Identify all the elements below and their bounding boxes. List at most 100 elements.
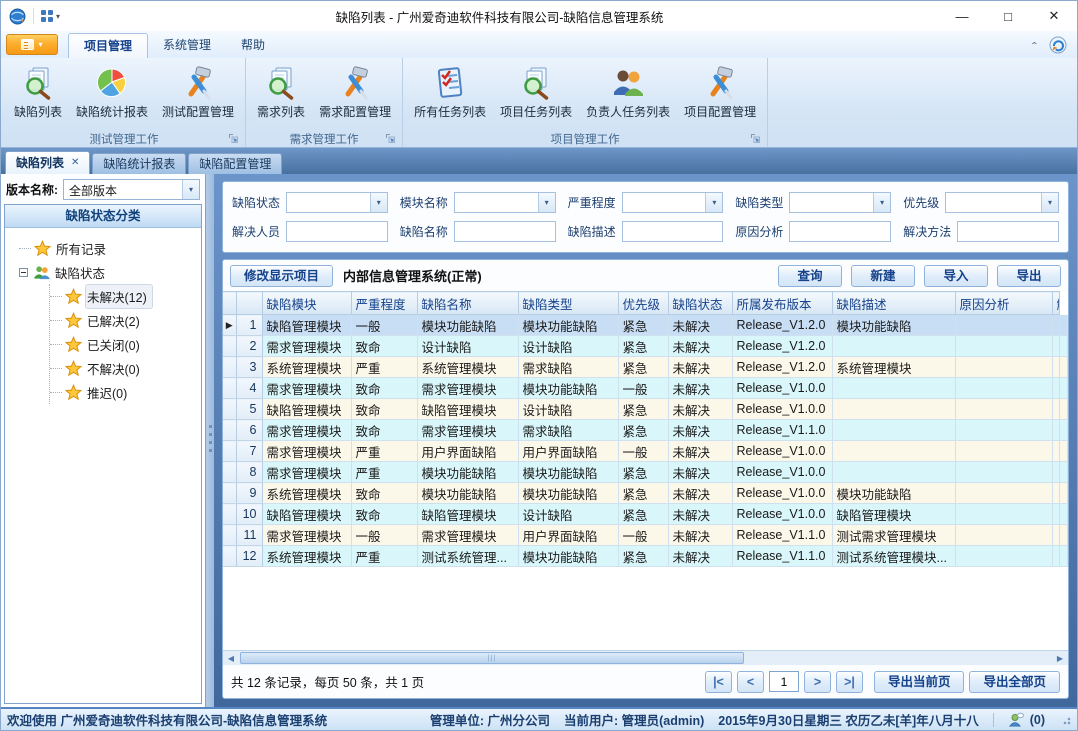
data-cell[interactable]: 严重 (351, 462, 417, 483)
ribbon-button-requirement-list[interactable]: 需求列表 (250, 62, 312, 122)
row-number-cell[interactable]: 9 (236, 483, 262, 504)
scroll-left-icon[interactable]: ◀ (223, 651, 239, 665)
minimize-button[interactable]: — (939, 1, 985, 31)
data-cell[interactable]: 缺陷管理模块 (832, 504, 955, 525)
filter-combobox-defect-type[interactable]: ▾ (789, 192, 891, 213)
ribbon-button-requirement-config-mgmt[interactable]: 需求配置管理 (312, 62, 398, 122)
data-cell[interactable] (832, 441, 955, 462)
data-cell[interactable] (955, 441, 1052, 462)
refresh-help-icon[interactable] (1049, 36, 1067, 54)
app-menu-button[interactable]: ▾ (6, 34, 58, 55)
tree-item-postponed[interactable]: 推迟(0) (50, 380, 201, 404)
ribbon-tab-project-mgmt[interactable]: 项目管理 (68, 33, 148, 58)
data-cell[interactable] (955, 420, 1052, 441)
data-cell[interactable] (955, 504, 1052, 525)
data-cell[interactable] (955, 483, 1052, 504)
filter-input-solution[interactable] (957, 221, 1059, 242)
dialog-launcher-icon[interactable] (228, 133, 239, 144)
ribbon-button-defect-stats-report[interactable]: 缺陷统计报表 (69, 62, 155, 122)
data-cell[interactable]: 模块功能缺陷 (518, 546, 618, 567)
data-cell[interactable] (832, 336, 955, 357)
table-row[interactable]: 4需求管理模块致命需求管理模块模块功能缺陷一般未解决Release_V1.0.0 (223, 378, 1068, 399)
data-cell[interactable]: 一般 (351, 525, 417, 546)
data-cell[interactable]: 需求管理模块 (262, 525, 351, 546)
tab-close-icon[interactable]: ✕ (71, 153, 79, 173)
ribbon-button-project-tasks-list[interactable]: 项目任务列表 (493, 62, 579, 122)
data-cell[interactable]: Release_V1.2.0 (732, 336, 832, 357)
data-cell[interactable]: 测试系统管理... (417, 546, 518, 567)
row-number-cell[interactable]: 4 (236, 378, 262, 399)
data-cell[interactable]: 模块功能缺陷 (518, 378, 618, 399)
caret-down-icon[interactable]: ▾ (370, 193, 387, 212)
data-cell[interactable]: 模块功能缺陷 (417, 315, 518, 336)
caret-down-icon[interactable]: ▾ (538, 193, 555, 212)
row-indicator-cell[interactable] (223, 420, 236, 441)
data-cell[interactable]: 系统管理模块 (262, 357, 351, 378)
maximize-button[interactable]: □ (985, 1, 1031, 31)
filter-combobox-module-name[interactable]: ▾ (454, 192, 556, 213)
column-header-3[interactable]: 缺陷类型 (518, 292, 618, 315)
data-cell[interactable]: 紧急 (618, 420, 668, 441)
data-cell[interactable] (1060, 441, 1068, 462)
data-cell[interactable] (832, 462, 955, 483)
quick-access-toolbar-button[interactable]: ▾ (41, 10, 60, 22)
table-row[interactable]: 12系统管理模块严重测试系统管理...模块功能缺陷紧急未解决Release_V1… (223, 546, 1068, 567)
data-cell[interactable]: 致命 (351, 420, 417, 441)
dialog-launcher-icon[interactable] (385, 133, 396, 144)
status-cell[interactable]: 未解决 (668, 357, 732, 378)
data-cell[interactable]: 需求管理模块 (417, 420, 518, 441)
data-cell[interactable]: 紧急 (618, 399, 668, 420)
column-header-0[interactable]: 缺陷模块 (262, 292, 351, 315)
data-cell[interactable]: 测试需求管理模块 (832, 525, 955, 546)
data-cell[interactable]: Release_V1.0.0 (732, 462, 832, 483)
export-current-page-button[interactable]: 导出当前页 (874, 671, 965, 693)
row-number-cell[interactable]: 1 (236, 315, 262, 336)
status-cell[interactable]: 未解决 (668, 462, 732, 483)
data-cell[interactable]: Release_V1.0.0 (732, 441, 832, 462)
data-cell[interactable]: 一般 (618, 378, 668, 399)
filter-input-cause-analysis[interactable] (789, 221, 891, 242)
data-cell[interactable]: 紧急 (618, 546, 668, 567)
data-cell[interactable]: 紧急 (618, 504, 668, 525)
data-cell[interactable] (955, 378, 1052, 399)
data-cell[interactable] (955, 315, 1052, 336)
table-row[interactable]: 2需求管理模块致命设计缺陷设计缺陷紧急未解决Release_V1.2.0 (223, 336, 1068, 357)
ribbon-tab-system-mgmt[interactable]: 系统管理 (148, 33, 226, 58)
data-cell[interactable]: 需求管理模块 (417, 525, 518, 546)
row-indicator-cell[interactable] (223, 336, 236, 357)
data-cell[interactable]: 紧急 (618, 315, 668, 336)
status-cell[interactable]: 未解决 (668, 315, 732, 336)
data-cell[interactable] (955, 399, 1052, 420)
data-cell[interactable]: 系统管理模块 (417, 357, 518, 378)
data-cell[interactable] (1060, 357, 1068, 378)
close-button[interactable]: ✕ (1031, 1, 1077, 31)
data-cell[interactable]: 需求管理模块 (262, 336, 351, 357)
status-cell[interactable]: 未解决 (668, 546, 732, 567)
data-cell[interactable]: 需求管理模块 (417, 378, 518, 399)
data-cell[interactable] (1060, 315, 1068, 336)
ribbon-button-defect-list[interactable]: 缺陷列表 (7, 62, 69, 122)
row-indicator-cell[interactable] (223, 357, 236, 378)
data-cell[interactable]: 严重 (351, 546, 417, 567)
data-cell[interactable]: 需求管理模块 (262, 441, 351, 462)
filter-combobox-priority[interactable]: ▾ (945, 192, 1059, 213)
data-cell[interactable]: Release_V1.1.0 (732, 420, 832, 441)
new-button[interactable]: 新建 (851, 265, 915, 287)
column-header-4[interactable]: 优先级 (618, 292, 668, 315)
data-cell[interactable]: 模块功能缺陷 (518, 315, 618, 336)
data-cell[interactable]: 系统管理模块 (262, 483, 351, 504)
modify-display-items-button[interactable]: 修改显示项目 (230, 265, 333, 287)
page-number-input[interactable] (769, 671, 799, 692)
data-cell[interactable]: Release_V1.2.0 (732, 315, 832, 336)
data-cell[interactable]: Release_V1.0.0 (732, 378, 832, 399)
column-header-5[interactable]: 缺陷状态 (668, 292, 732, 315)
tree-item-unresolved[interactable]: 未解决(12) (50, 284, 201, 308)
data-cell[interactable]: 一般 (618, 525, 668, 546)
data-cell[interactable]: Release_V1.0.0 (732, 504, 832, 525)
row-number-cell[interactable]: 2 (236, 336, 262, 357)
data-cell[interactable]: 致命 (351, 483, 417, 504)
data-cell[interactable] (1052, 420, 1060, 441)
data-cell[interactable] (1060, 420, 1068, 441)
table-row[interactable]: 8需求管理模块严重模块功能缺陷模块功能缺陷紧急未解决Release_V1.0.0 (223, 462, 1068, 483)
dialog-launcher-icon[interactable] (750, 133, 761, 144)
